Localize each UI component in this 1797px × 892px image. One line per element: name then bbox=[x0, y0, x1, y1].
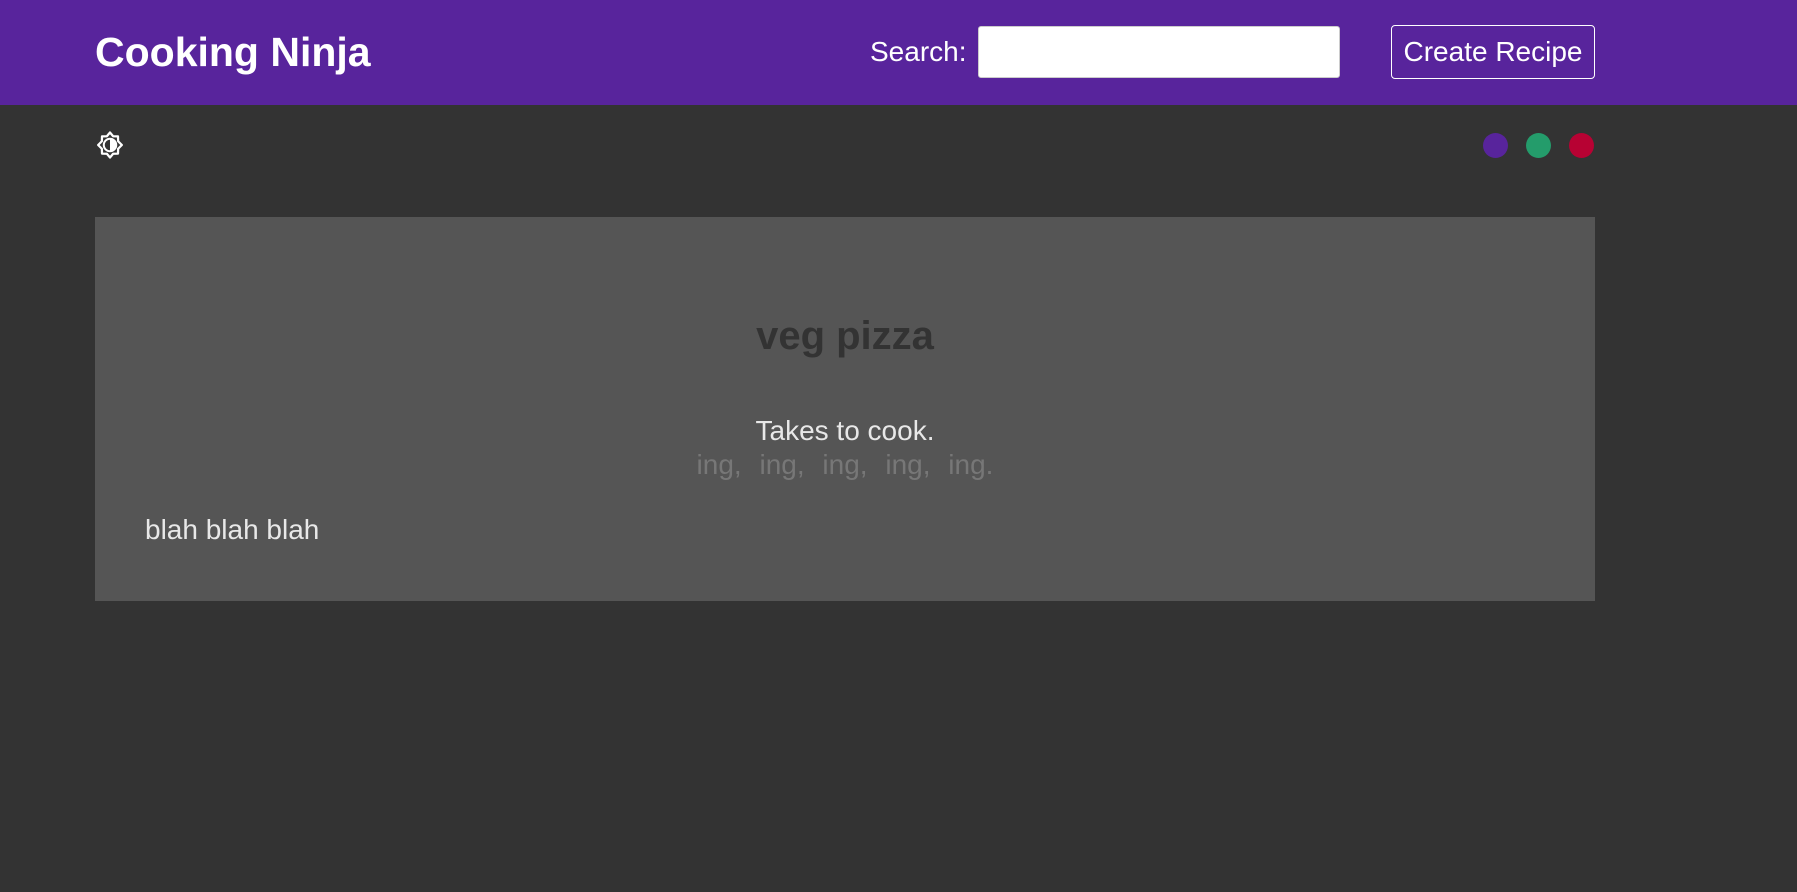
theme-swatch-purple[interactable] bbox=[1483, 133, 1508, 158]
ingredient-item: ing, bbox=[822, 449, 868, 480]
ingredient-item: ing. bbox=[948, 449, 994, 480]
recipe-method: blah blah blah bbox=[145, 514, 320, 545]
recipe-cook-time: Takes to cook. bbox=[755, 415, 935, 446]
navbar: Cooking Ninja Search: Create Recipe bbox=[0, 0, 1797, 105]
brand-logo[interactable]: Cooking Ninja bbox=[95, 24, 371, 80]
theme-swatch-red[interactable] bbox=[1569, 133, 1594, 158]
ingredient-item: ing, bbox=[696, 449, 742, 480]
ingredient-item: ing, bbox=[885, 449, 931, 480]
brightness-icon[interactable] bbox=[95, 130, 125, 160]
recipe-title: veg pizza bbox=[756, 314, 934, 358]
search-input[interactable] bbox=[978, 26, 1340, 78]
recipe-ingredients: ing, ing, ing, ing, ing. bbox=[95, 448, 1595, 482]
theme-swatch-green[interactable] bbox=[1526, 133, 1551, 158]
ingredient-item: ing, bbox=[759, 449, 805, 480]
recipe-card: veg pizza Takes to cook. ing, ing, ing, … bbox=[95, 217, 1595, 601]
search-label: Search: bbox=[870, 36, 967, 67]
create-recipe-button[interactable]: Create Recipe bbox=[1391, 25, 1595, 79]
